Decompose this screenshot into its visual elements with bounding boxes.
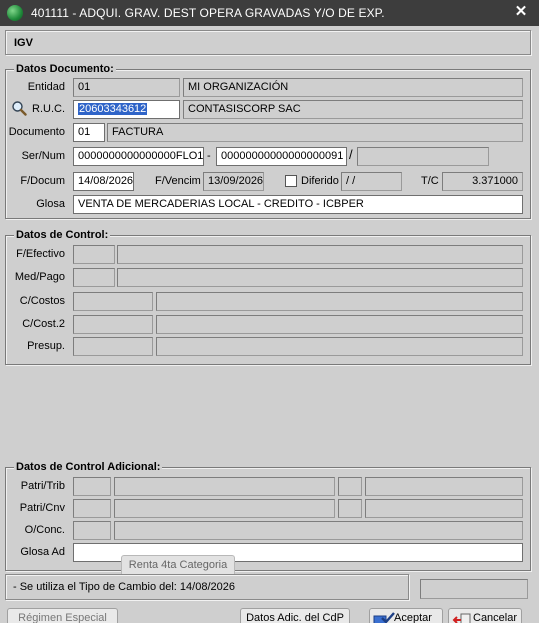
sernum-extra-field[interactable] (357, 147, 489, 166)
datos-adic-cdp-button[interactable]: Datos Adic. del CdP (240, 608, 350, 623)
app-logo-icon (7, 5, 23, 21)
patricnv-desc-field (114, 499, 335, 518)
presup-code-field[interactable] (73, 337, 153, 356)
tax-header-panel: IGV (5, 30, 531, 55)
dialog-body: IGV Datos Documento: Entidad 01 MI ORGAN… (0, 26, 539, 623)
patricnv-code2-field[interactable] (338, 499, 362, 518)
oconc-label: O/Conc. (24, 524, 65, 536)
fvencim-field[interactable]: 13/09/2026 (203, 172, 264, 191)
patricnv-code-field[interactable] (73, 499, 111, 518)
regimen-especial-button[interactable]: Régimen Especial (7, 608, 118, 623)
aceptar-label: Aceptar (394, 612, 432, 623)
patritrib-code-field[interactable] (73, 477, 111, 496)
numero-input[interactable]: 00000000000000000091 (216, 147, 347, 166)
documento-label: Documento (8, 126, 65, 138)
window-title: 401111 - ADQUI. GRAV. DEST OPERA GRAVADA… (31, 6, 385, 20)
fdocum-input[interactable]: 14/08/2026 (73, 172, 134, 191)
diferido-date-field[interactable]: / / (341, 172, 402, 191)
ruc-label: R.U.C. (32, 103, 65, 115)
ccost2-label: C/Cost.2 (22, 318, 65, 330)
entidad-name-field: MI ORGANIZACIÓN (183, 78, 523, 97)
glosa-label: Glosa (36, 198, 65, 210)
ccostos-desc-field (156, 292, 523, 311)
aceptar-button[interactable]: Aceptar (369, 608, 443, 623)
fefectivo-code-field[interactable] (73, 245, 115, 264)
diferido-checkbox[interactable] (285, 175, 297, 187)
close-icon[interactable]: ✕ (513, 4, 529, 20)
tc-label: T/C (421, 175, 439, 187)
serie-input[interactable]: 0000000000000000FLO1 (73, 147, 204, 166)
fvencim-label: F/Vencim (155, 175, 201, 187)
status-aux-field (420, 579, 528, 599)
glosaad-label: Glosa Ad (20, 546, 65, 558)
patricnv-desc2-field (365, 499, 523, 518)
documento-name-field: FACTURA (107, 123, 523, 142)
medpago-desc-field (117, 268, 523, 287)
fdocum-label: F/Docum (20, 175, 65, 187)
patritrib-desc-field (114, 477, 335, 496)
datos-control-adicional-title: Datos de Control Adicional: (14, 461, 163, 473)
sernum-label: Ser/Num (21, 150, 65, 162)
tc-field: 3.371000 (442, 172, 523, 191)
tax-label: IGV (14, 37, 33, 49)
numero-slash: / (349, 147, 353, 162)
documento-code-input[interactable]: 01 (73, 123, 105, 142)
patritrib-desc2-field (365, 477, 523, 496)
medpago-label: Med/Pago (14, 271, 65, 283)
entidad-code-field[interactable]: 01 (73, 78, 180, 97)
patritrib-label: Patri/Trib (20, 480, 65, 492)
datos-documento-title: Datos Documento: (14, 63, 116, 75)
glosa-input[interactable]: VENTA DE MERCADERIAS LOCAL - CREDITO - I… (73, 195, 523, 214)
title-bar: 401111 - ADQUI. GRAV. DEST OPERA GRAVADA… (0, 0, 539, 26)
ccost2-code-field[interactable] (73, 315, 153, 334)
entidad-label: Entidad (27, 81, 65, 93)
cancelar-button[interactable]: Cancelar (448, 608, 522, 623)
presup-desc-field (156, 337, 523, 356)
status-panel: - Se utiliza el Tipo de Cambio del: 14/0… (5, 574, 409, 600)
cancelar-label: Cancelar (473, 612, 518, 623)
ccostos-code-field[interactable] (73, 292, 153, 311)
fefectivo-desc-field (117, 245, 523, 264)
oconc-desc-field (114, 521, 523, 540)
status-message: - Se utiliza el Tipo de Cambio del: 14/0… (13, 581, 235, 593)
medpago-code-field[interactable] (73, 268, 115, 287)
magnifier-icon[interactable] (11, 100, 27, 116)
ccost2-desc-field (156, 315, 523, 334)
serie-dash: - (207, 150, 211, 162)
ccostos-label: C/Costos (19, 295, 65, 307)
tab-renta-4ta-categoria[interactable]: Renta 4ta Categoria (121, 555, 235, 575)
ruc-value: 20603343612 (78, 103, 148, 115)
exit-door-icon (452, 613, 471, 623)
ruc-input[interactable]: 20603343612 (73, 100, 180, 119)
datos-control-title: Datos de Control: (14, 229, 111, 241)
fefectivo-label: F/Efectivo (16, 248, 65, 260)
ruc-name-field: CONTASISCORP SAC (183, 100, 523, 119)
patricnv-label: Patri/Cnv (19, 502, 65, 514)
oconc-code-field[interactable] (73, 521, 111, 540)
presup-label: Presup. (27, 340, 65, 352)
patritrib-code2-field[interactable] (338, 477, 362, 496)
check-icon (373, 612, 395, 623)
diferido-label: Diferido (301, 175, 339, 187)
